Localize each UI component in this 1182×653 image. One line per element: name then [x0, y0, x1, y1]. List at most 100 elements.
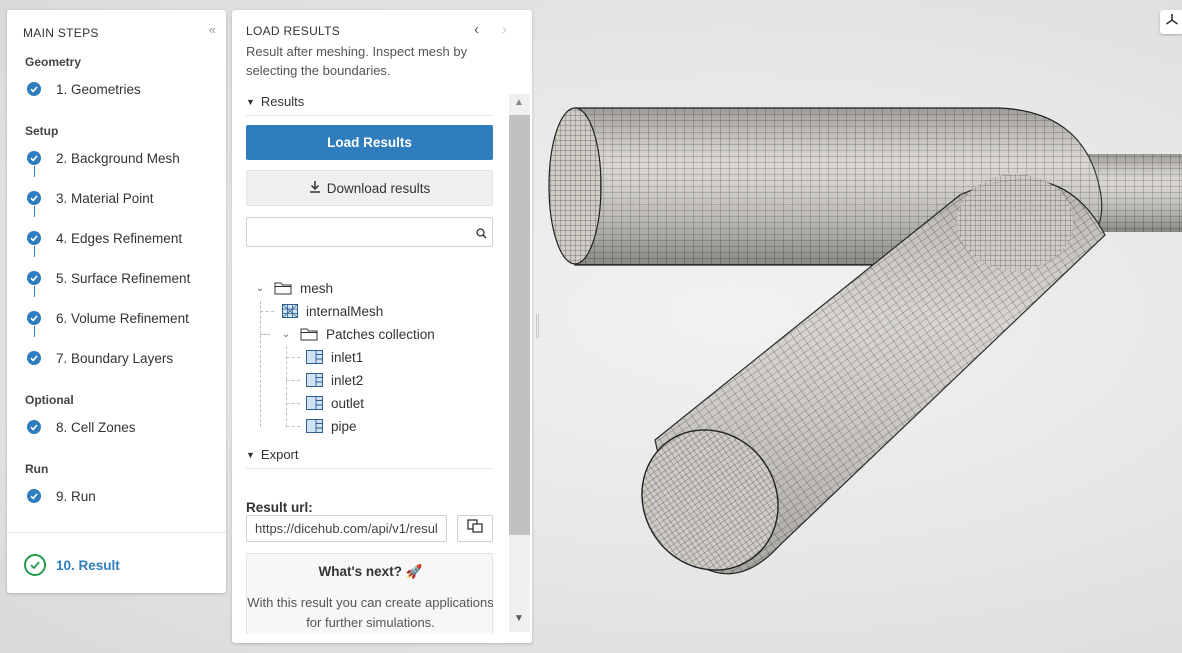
tree-node-patch[interactable]: inlet1 — [306, 347, 363, 367]
check-circle-icon — [27, 351, 41, 365]
whats-next-title-text: What's next? — [318, 564, 402, 579]
chevron-down-icon[interactable]: ⌄ — [254, 283, 266, 294]
step-item[interactable]: 6. Volume Refinement — [27, 308, 189, 328]
panel-title: LOAD RESULTS — [246, 24, 341, 38]
patch-icon — [306, 373, 323, 387]
download-results-label: Download results — [326, 180, 431, 196]
patch-icon — [306, 396, 323, 410]
step-result[interactable]: 10. Result — [24, 554, 120, 576]
tree-node-patches-collection[interactable]: ⌄ Patches collection — [280, 324, 435, 344]
scrollbar-thumb[interactable] — [509, 115, 530, 535]
tree-node-label: pipe — [331, 418, 357, 434]
step-label: 5. Surface Refinement — [56, 270, 191, 286]
step-item[interactable]: 2. Background Mesh — [27, 148, 180, 168]
tree-node-patch[interactable]: outlet — [306, 393, 364, 413]
whats-next-body: With this result you can create applicat… — [247, 595, 493, 630]
tree-node-label: mesh — [300, 280, 334, 296]
result-url-field[interactable] — [246, 515, 447, 542]
panel-scrollbar[interactable]: ▲ ▼ — [509, 94, 530, 632]
check-circle-icon — [27, 311, 41, 325]
scroll-up-arrow[interactable]: ▲ — [514, 97, 524, 108]
step-label: 3. Material Point — [56, 190, 154, 206]
download-results-button[interactable]: Download results — [246, 170, 493, 206]
step-item[interactable]: 9. Run — [27, 486, 96, 506]
results-section-label: Results — [260, 94, 305, 109]
tree-node-label: inlet2 — [331, 372, 364, 388]
tree-line — [286, 346, 287, 426]
step-group-label: Geometry — [25, 55, 82, 69]
step-label: 4. Edges Refinement — [56, 230, 183, 246]
check-circle-icon — [27, 82, 41, 96]
download-icon — [309, 180, 327, 196]
step-label: 9. Run — [56, 488, 96, 504]
step-connector — [34, 166, 35, 177]
tree-node-mesh[interactable]: ⌄ mesh — [254, 278, 333, 298]
export-section-label: Export — [260, 447, 299, 462]
mesh-grid-icon — [282, 304, 298, 318]
tree-node-label: internalMesh — [306, 303, 384, 319]
step-connector — [34, 326, 35, 337]
step-connector — [34, 286, 35, 297]
step-group-label: Run — [25, 462, 49, 476]
check-circle-icon — [27, 151, 41, 165]
tree-node-patch[interactable]: inlet2 — [306, 370, 363, 390]
result-url-label: Result url: — [246, 500, 313, 515]
tree-node-internalmesh[interactable]: internalMesh — [282, 301, 383, 321]
copy-url-button[interactable] — [457, 515, 493, 542]
scroll-down-arrow[interactable]: ▼ — [514, 613, 524, 624]
panel-splitter[interactable] — [536, 314, 539, 338]
step-label: 1. Geometries — [56, 81, 141, 97]
step-label: 2. Background Mesh — [56, 150, 180, 166]
tree-search-input[interactable] — [247, 218, 467, 246]
double-chevron-left-icon: « — [208, 22, 216, 37]
steps-divider — [7, 532, 226, 533]
step-item[interactable]: 8. Cell Zones — [27, 417, 136, 437]
tree-line — [286, 380, 300, 381]
chevron-left-icon: ‹ — [474, 21, 479, 38]
check-circle-icon — [27, 231, 41, 245]
steps-title: MAIN STEPS — [23, 26, 99, 40]
result-url-input[interactable] — [247, 516, 446, 541]
orientation-button[interactable] — [1160, 10, 1182, 34]
patch-icon — [306, 419, 323, 433]
load-results-button[interactable]: Load Results — [246, 125, 493, 160]
check-circle-icon — [27, 271, 41, 285]
search-icon — [476, 226, 487, 244]
step-connector — [34, 206, 35, 217]
step-item[interactable]: 1. Geometries — [27, 79, 141, 99]
check-circle-icon — [24, 554, 46, 576]
panel-description: Result after meshing. Inspect mesh by se… — [246, 44, 468, 78]
results-section-header[interactable]: ▼ Results — [246, 94, 493, 116]
patch-icon — [306, 350, 323, 364]
step-label: 8. Cell Zones — [56, 419, 136, 435]
tree-line — [260, 301, 261, 427]
collapse-panel-button[interactable]: « — [209, 22, 216, 37]
step-item[interactable]: 3. Material Point — [27, 188, 154, 208]
step-group-label: Setup — [25, 124, 59, 138]
tree-search[interactable] — [246, 217, 493, 247]
tree-node-label: outlet — [331, 395, 365, 411]
whats-next-card: What's next? 🚀 With this result you can … — [246, 553, 493, 634]
whats-next-title: What's next? 🚀 — [247, 564, 493, 580]
step-label: 7. Boundary Layers — [56, 350, 174, 366]
caret-down-icon: ▼ — [246, 450, 255, 460]
previous-step-button[interactable]: ‹ — [474, 21, 479, 38]
tree-node-label: Patches collection — [326, 326, 435, 342]
check-circle-icon — [27, 489, 41, 503]
chevron-down-icon[interactable]: ⌄ — [280, 329, 292, 340]
next-step-button[interactable]: › — [502, 21, 507, 38]
step-item[interactable]: 5. Surface Refinement — [27, 268, 190, 288]
axes-orientation-icon — [1165, 13, 1179, 32]
step-connector — [34, 246, 35, 257]
step-result-label: 10. Result — [56, 557, 120, 573]
tree-line — [260, 334, 270, 335]
main-steps-panel: MAIN STEPS « Geometry 1. Geometries Setup 2… — [7, 10, 226, 593]
step-label: 6. Volume Refinement — [56, 310, 189, 326]
step-item[interactable]: 7. Boundary Layers — [27, 348, 173, 368]
tree-line — [286, 403, 300, 404]
step-item[interactable]: 4. Edges Refinement — [27, 228, 182, 248]
export-section-header[interactable]: ▼ Export — [246, 447, 493, 469]
tree-node-patch[interactable]: pipe — [306, 416, 357, 436]
chevron-right-icon: › — [502, 21, 507, 38]
caret-down-icon: ▼ — [246, 97, 255, 107]
